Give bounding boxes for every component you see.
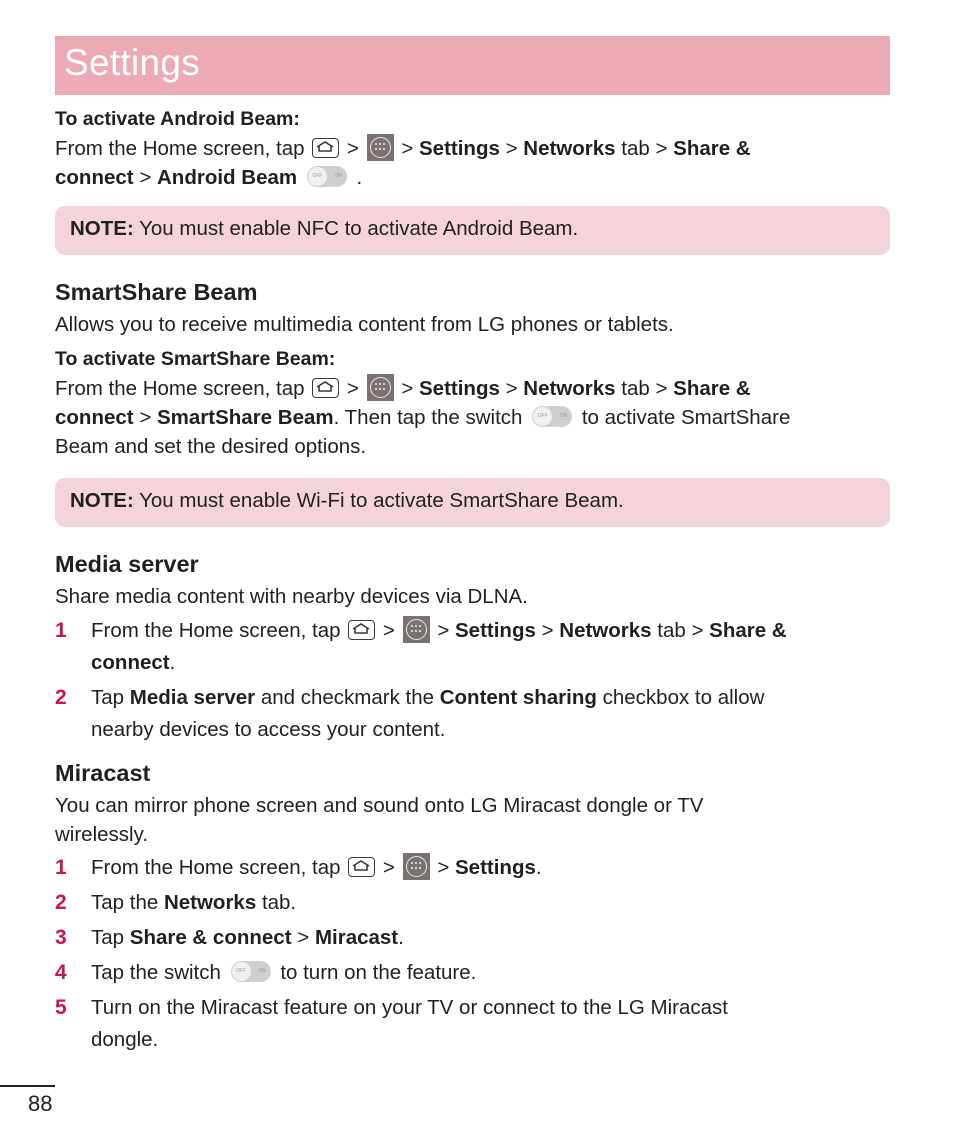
step-number: 1 [55,856,67,879]
page-number: 88 [28,1091,53,1116]
miracast-heading: Miracast [55,760,151,786]
step-number: 2 [55,891,67,914]
media-server-steps: 1 From the Home screen, tap > > Settings… [55,615,890,746]
home-key-icon [312,137,340,158]
smartshare-description: Allows you to receive multimedia content… [55,313,674,336]
miracast-steps: 1 From the Home screen, tap > > Settings… [55,852,890,1056]
page-title: Settings [64,42,201,83]
step-item: 5 Turn on the Miracast feature on your T… [55,992,890,1056]
step-number: 2 [55,686,67,709]
note-text: You must enable Wi-Fi to activate SmartS… [139,489,624,512]
note-text: You must enable NFC to activate Android … [139,217,579,240]
step-number: 4 [55,961,67,984]
off-on-switch-icon: OFF ON [230,961,271,983]
off-on-switch-icon: OFF ON [306,166,347,188]
android-beam-steps: From the Home screen, tap > > Settings >… [55,134,890,192]
note-wifi: NOTE: You must enable Wi-Fi to activate … [55,478,890,527]
step-item: 3 Tap Share & connect > Miracast. [55,922,890,954]
step-item: 4 Tap the switch OFF ON to turn on the fe… [55,957,890,989]
note-label: NOTE: [70,217,134,240]
home-key-icon [348,619,376,640]
footer-rule [0,1085,55,1087]
step-item: 1 From the Home screen, tap > > Settings… [55,615,890,679]
smartshare-heading: SmartShare Beam [55,279,258,305]
step-item: 2 Tap the Networks tab. [55,887,890,919]
step-number: 3 [55,926,67,949]
miracast-section: Miracast You can mirror phone screen and… [55,758,890,849]
home-key-icon [348,856,376,877]
android-beam-subheading: To activate Android Beam: [55,108,300,130]
media-server-section: Media server Share media content with ne… [55,549,890,611]
step-item: 2 Tap Media server and checkmark the Con… [55,682,890,746]
smartshare-subheading: To activate SmartShare Beam: [55,348,336,370]
apps-icon [402,616,430,644]
apps-icon [366,374,394,402]
home-key-icon [312,377,340,398]
step-item: 1 From the Home screen, tap > > Settings… [55,852,890,884]
android-beam-instructions: To activate Android Beam: From the Home … [55,105,890,192]
apps-icon [366,134,394,162]
off-on-switch-icon: OFF ON [532,406,573,428]
smartshare-steps: From the Home screen, tap > > Settings >… [55,374,890,461]
note-label: NOTE: [70,489,134,512]
note-nfc: NOTE: You must enable NFC to activate An… [55,206,890,255]
smartshare-beam-section: SmartShare Beam Allows you to receive mu… [55,277,890,461]
step-number: 1 [55,619,67,642]
miracast-description: You can mirror phone screen and sound on… [55,794,704,846]
step-number: 5 [55,996,67,1019]
media-server-description: Share media content with nearby devices … [55,585,528,608]
section-banner: Settings [55,36,890,95]
media-server-heading: Media server [55,551,199,577]
apps-icon [402,853,430,881]
